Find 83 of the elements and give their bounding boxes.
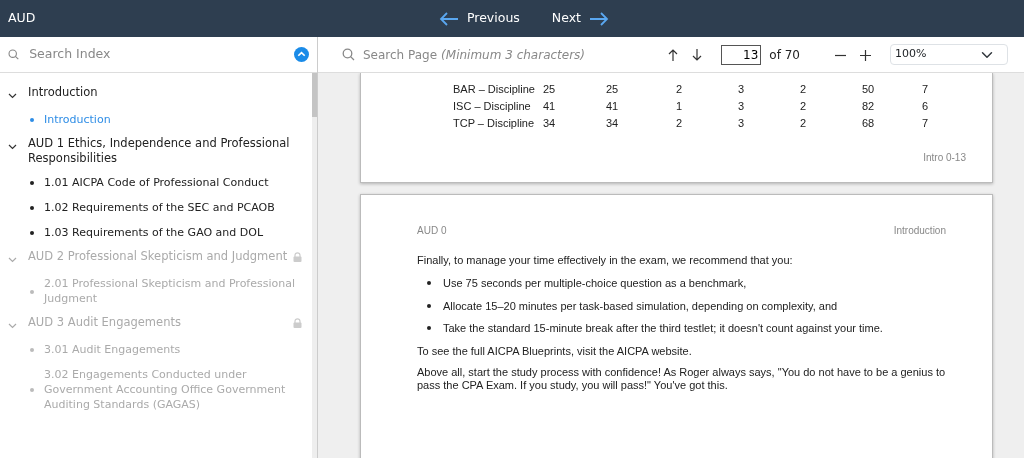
scrollbar-thumb[interactable]	[312, 73, 317, 117]
chevron-icon	[8, 143, 17, 150]
page-search-field[interactable]: Search Page (Minimum 3 characters)	[363, 45, 658, 64]
section-title: AUD 2 Professional Skepticism and Judgment	[28, 249, 289, 264]
table-cell-text: 2	[800, 82, 808, 97]
item-title: 1.02 Requirements of the SEC and PCAOB	[44, 200, 275, 215]
item-title: 1.03 Requirements of the GAO and DOL	[44, 225, 264, 240]
list-item: Use 75 seconds per multiple-choice question as a benchmark,	[443, 276, 747, 291]
section-title: AUD 3 Audit Engagements	[28, 315, 182, 330]
item-title: 3.01 Audit Engagements	[44, 342, 181, 357]
paragraph: Finally, to manage your time effectively in the exam, we recommend that you:	[417, 254, 794, 267]
bullet-icon	[30, 118, 34, 122]
zoom-select[interactable]: 100%	[890, 44, 1008, 65]
item-title: 3.02 Engagements Conducted under Government Accounting Office Government Auditing Standards (GAGAS)	[44, 367, 287, 412]
arrow-up-icon	[668, 49, 679, 61]
search-field[interactable]: Search Index	[27, 44, 286, 65]
previous-button[interactable]: Previous	[435, 7, 524, 30]
bullet-icon	[427, 281, 431, 286]
bullet-icon	[30, 388, 34, 392]
bullet-icon	[30, 231, 34, 235]
bullet-icon	[427, 326, 431, 331]
list-item: Allocate 15–20 minutes per task-based simulation, depending on complexity, and	[443, 298, 838, 314]
lock-icon	[293, 318, 302, 328]
next-button[interactable]: Next	[547, 7, 613, 30]
table-cell-text: 7	[922, 116, 930, 131]
table-cell-text: 25	[543, 82, 557, 97]
lock-icon	[293, 252, 302, 262]
chevron-icon	[8, 256, 17, 263]
item-title: Introduction	[44, 112, 111, 127]
chevron-icon	[8, 322, 17, 329]
arrow-right-icon	[588, 11, 609, 26]
plus-icon	[860, 49, 871, 61]
tree-item[interactable]: Introduction	[0, 107, 312, 132]
list-item: Take the standard 15-minute break after the third testlet; it doesn't count against your time.	[443, 321, 883, 336]
search-icon	[8, 48, 20, 61]
page-footer: Intro 0-13	[923, 150, 966, 165]
tree-section[interactable]: Introduction	[0, 81, 312, 107]
section-title: Introduction	[28, 85, 99, 100]
app-title: AUD	[8, 9, 36, 28]
table-cell-text: 50	[862, 82, 876, 97]
tree-item[interactable]: 1.02 Requirements of the SEC and PCAOB	[0, 195, 312, 220]
search-icon	[342, 48, 355, 61]
page-header: Introduction	[893, 224, 946, 238]
arrow-down-icon	[692, 49, 703, 61]
tree-item[interactable]: 1.03 Requirements of the GAO and DOL	[0, 220, 312, 245]
table-cell-text: 3	[738, 116, 746, 131]
table-cell-text: 3	[738, 82, 746, 97]
table-cell-text: 7	[922, 82, 930, 97]
item-title: 1.01 AICPA Code of Professional Conduct	[44, 175, 269, 190]
table-cell-text: 1	[676, 99, 684, 114]
tree-section[interactable]: AUD 1 Ethics, Independence and Professional Responsibilities	[0, 132, 312, 170]
chevron-icon	[8, 92, 17, 99]
table-cell-text: 34	[606, 116, 620, 131]
bullet-icon	[427, 303, 431, 308]
tree-item[interactable]: 1.01 AICPA Code of Professional Conduct	[0, 170, 312, 195]
table-cell-text: 3	[738, 99, 746, 114]
table-cell-text: 2	[800, 99, 808, 114]
bullet-icon	[30, 289, 34, 294]
table-cell-text: 6	[922, 99, 930, 114]
table-cell-text: 68	[862, 116, 876, 131]
paragraph: To see the full AICPA Blueprints, visit the AICPA website.	[417, 344, 693, 358]
collapse-icon	[294, 47, 309, 62]
page-count: of 70	[769, 46, 800, 64]
page-header: AUD 0	[417, 224, 447, 238]
bullet-icon	[30, 206, 34, 210]
table-cell-text: ISC – Discipline	[453, 99, 532, 114]
section-title: AUD 1 Ethics, Independence and Professional Responsibilities	[28, 136, 291, 166]
table-cell-text: 41	[543, 99, 557, 114]
bullet-icon	[30, 181, 34, 185]
table-cell-text: 2	[676, 82, 684, 97]
arrow-left-icon	[439, 11, 459, 26]
item-title: 2.01 Professional Skepticism and Professional Judgment	[44, 276, 297, 306]
paragraph: Above all, start the study process with confidence! As Roger always says, "You do not have to be a genius to pass the CPA Exam. If you study, you will pass!" You've got this.	[417, 365, 946, 392]
table-cell-text: 25	[606, 82, 620, 97]
table-cell-text: 82	[862, 99, 876, 114]
table-cell-text: 41	[606, 99, 620, 114]
table-cell-text: 34	[543, 116, 557, 131]
bullet-icon	[30, 348, 34, 352]
page-number-field[interactable]: 13	[721, 44, 762, 65]
table-cell-text: BAR – Discipline	[453, 82, 536, 97]
table-cell-text: 2	[800, 116, 808, 131]
table-cell-text: TCP – Discipline	[453, 116, 536, 131]
table-cell-text: 2	[676, 116, 684, 131]
